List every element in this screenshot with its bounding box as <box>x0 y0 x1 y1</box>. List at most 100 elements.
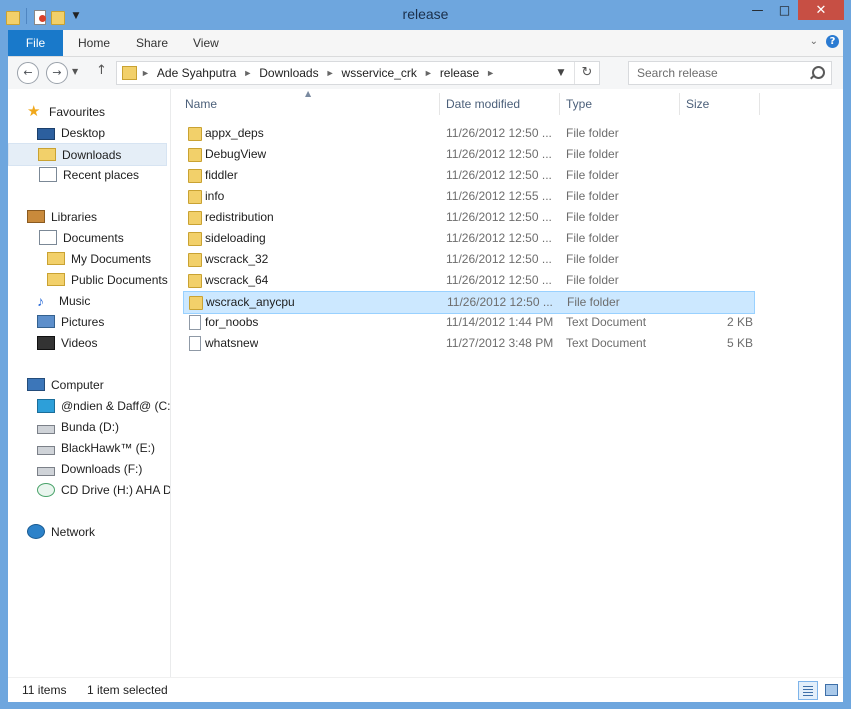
file-type: File folder <box>567 295 620 309</box>
explorer-window: ▼ release — □ ✕ File Home Share View ⌄ ?… <box>0 0 851 709</box>
file-name: for_noobs <box>205 315 259 329</box>
file-row[interactable]: whatsnew 11/27/2012 3:48 PM Text Document 5… <box>183 333 755 354</box>
drive-icon <box>37 467 55 476</box>
tab-share[interactable]: Share <box>122 30 182 56</box>
nav-item-recent-places[interactable]: Recent places <box>8 164 165 185</box>
file-date-modified: 11/26/2012 12:50 ... <box>446 210 552 224</box>
maximize-button[interactable]: □ <box>771 0 798 20</box>
nav-item-libraries[interactable]: Libraries <box>8 206 165 227</box>
breadcrumb-separator-icon[interactable]: ► <box>424 68 433 78</box>
column-divider[interactable] <box>759 93 760 115</box>
file-size <box>683 186 753 207</box>
nav-item-documents[interactable]: Documents <box>8 227 165 248</box>
folder-icon <box>188 169 202 183</box>
nav-item-my-documents[interactable]: My Documents <box>8 248 165 269</box>
column-header-name[interactable]: Name <box>185 89 217 119</box>
file-name: wscrack_anycpu <box>206 295 295 309</box>
breadcrumb-separator-icon[interactable]: ► <box>243 68 252 78</box>
column-divider[interactable] <box>679 93 680 115</box>
forward-button[interactable]: → <box>46 62 68 84</box>
close-button[interactable]: ✕ <box>798 0 844 20</box>
expand-ribbon-chevron-icon[interactable]: ⌄ <box>810 36 818 47</box>
file-date-modified: 11/26/2012 12:50 ... <box>446 147 552 161</box>
file-row[interactable]: redistribution 11/26/2012 12:50 ... File f… <box>183 207 755 228</box>
ribbon-controls: ⌄ ? <box>810 35 839 48</box>
nav-item-label: Libraries <box>51 209 98 224</box>
file-row[interactable]: fiddler 11/26/2012 12:50 ... File folder <box>183 165 755 186</box>
address-history-dropdown-icon[interactable]: ▼ <box>552 62 570 84</box>
nav-item-downloads[interactable]: Downloads <box>8 143 167 166</box>
file-list: ▲ Name Date modified Type Size appx_deps… <box>171 89 843 677</box>
nav-item-network[interactable]: Network <box>8 521 165 542</box>
nav-item-pictures[interactable]: Pictures <box>8 311 165 332</box>
nav-item-desktop[interactable]: Desktop <box>8 122 165 143</box>
file-name: appx_deps <box>205 126 264 140</box>
nav-item-cd-drive-h-aha-d[interactable]: CD Drive (H:) AHA D <box>8 479 170 500</box>
folder-icon <box>47 273 65 286</box>
file-name: DebugView <box>205 147 267 161</box>
file-row[interactable]: wscrack_anycpu 11/26/2012 12:50 ... File f… <box>183 291 755 314</box>
tab-home[interactable]: Home <box>64 30 124 56</box>
file-row[interactable]: info 11/26/2012 12:55 ... File folder <box>183 186 755 207</box>
breadcrumb-separator-icon[interactable]: ► <box>141 68 150 78</box>
sort-ascending-icon: ▲ <box>305 89 312 98</box>
column-header-date-modified[interactable]: Date modified <box>446 89 520 119</box>
up-button[interactable]: ↑ <box>96 63 107 78</box>
nav-item-videos[interactable]: Videos <box>8 332 165 353</box>
address-bar[interactable]: ► Ade Syahputra ► Downloads ► wsservice_… <box>116 61 600 85</box>
navigation-pane: ★ Favourites Desktop Downloads Recent places… <box>8 89 171 677</box>
breadcrumb-item-downloads[interactable]: Downloads <box>259 66 318 80</box>
tab-file[interactable]: File <box>8 30 63 56</box>
large-icons-view-icon <box>825 684 838 696</box>
file-type: File folder <box>566 273 619 287</box>
file-type: File folder <box>566 231 619 245</box>
search-icon[interactable] <box>812 66 825 79</box>
file-type: File folder <box>566 147 619 161</box>
column-divider[interactable] <box>439 93 440 115</box>
large-icons-view-button[interactable] <box>822 681 840 698</box>
help-icon[interactable]: ? <box>826 35 839 48</box>
file-size <box>683 165 753 186</box>
column-header-type[interactable]: Type <box>566 89 592 119</box>
cd-drive-icon <box>37 482 55 497</box>
file-name: wscrack_32 <box>205 252 269 266</box>
breadcrumb-separator-icon[interactable]: ► <box>326 68 335 78</box>
column-divider[interactable] <box>559 93 560 115</box>
search-input[interactable] <box>635 65 809 81</box>
nav-item-computer[interactable]: Computer <box>8 374 165 395</box>
folder-icon <box>188 232 202 246</box>
breadcrumb-item-release[interactable]: release <box>440 66 479 80</box>
file-row[interactable]: DebugView 11/26/2012 12:50 ... File folder <box>183 144 755 165</box>
forward-arrow-icon: → <box>52 66 62 79</box>
nav-item-label: Computer <box>51 377 104 392</box>
tab-view[interactable]: View <box>179 30 233 56</box>
file-row[interactable]: wscrack_32 11/26/2012 12:50 ... File folde… <box>183 249 755 270</box>
file-row[interactable]: for_noobs 11/14/2012 1:44 PM Text Document… <box>183 312 755 333</box>
nav-item-bunda-d[interactable]: Bunda (D:) <box>8 416 165 437</box>
nav-item-ndien-daff-c[interactable]: @ndien & Daff@ (C: <box>8 395 170 416</box>
nav-item-music[interactable]: ♪ Music <box>8 290 165 311</box>
column-header-size[interactable]: Size <box>686 89 709 119</box>
nav-item-downloads-f[interactable]: Downloads (F:) <box>8 458 165 479</box>
file-row[interactable]: sideloading 11/26/2012 12:50 ... File fold… <box>183 228 755 249</box>
breadcrumb-item-wsservice-crk[interactable]: wsservice_crk <box>342 66 417 80</box>
breadcrumb-item-ade-syahputra[interactable]: Ade Syahputra <box>157 66 236 80</box>
search-box[interactable] <box>628 61 832 85</box>
breadcrumb-separator-icon[interactable]: ► <box>486 68 495 78</box>
nav-item-label: BlackHawk™ (E:) <box>61 440 156 455</box>
file-date-modified: 11/26/2012 12:50 ... <box>446 273 552 287</box>
folder-icon <box>47 252 65 265</box>
nav-item-favourites[interactable]: ★ Favourites <box>8 101 165 122</box>
minimize-button[interactable]: — <box>744 0 771 20</box>
file-row[interactable]: wscrack_64 11/26/2012 12:50 ... File folde… <box>183 270 755 291</box>
recent-locations-chevron-icon[interactable]: ▼ <box>72 67 78 76</box>
file-row[interactable]: appx_deps 11/26/2012 12:50 ... File folder <box>183 123 755 144</box>
file-date-modified: 11/26/2012 12:50 ... <box>446 252 552 266</box>
refresh-button[interactable]: ↻ <box>574 62 599 84</box>
nav-item-public-documents[interactable]: Public Documents <box>8 269 168 290</box>
nav-item-label: Videos <box>61 335 98 350</box>
nav-item-blackhawk-e[interactable]: BlackHawk™ (E:) <box>8 437 165 458</box>
documents-icon <box>39 230 57 245</box>
details-view-button[interactable] <box>798 681 818 700</box>
back-button[interactable]: ← <box>17 62 39 84</box>
